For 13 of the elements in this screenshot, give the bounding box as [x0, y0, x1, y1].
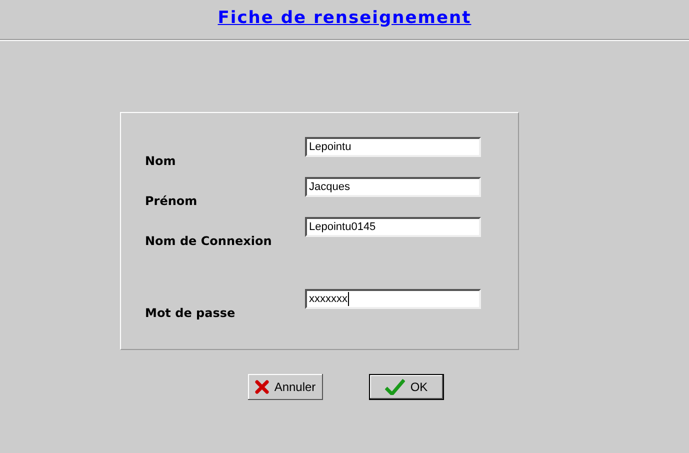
text-field[interactable]: Jacques — [305, 177, 481, 197]
cancel-button[interactable]: Annuler — [248, 374, 323, 400]
field-label: Mot de passe — [145, 306, 236, 320]
cross-icon — [255, 380, 270, 394]
form-title: Fiche de renseignement — [218, 8, 472, 28]
field-label: Prénom — [145, 194, 198, 208]
checkmark-icon — [385, 379, 406, 395]
ok-button[interactable]: OK — [369, 374, 444, 400]
password-field[interactable]: xxxxxxx — [305, 289, 481, 309]
field-label: Nom de Connexion — [145, 234, 273, 248]
text-field[interactable]: Lepointu — [305, 137, 481, 157]
field-label: Nom — [145, 154, 177, 168]
text-field[interactable]: Lepointu0145 — [305, 217, 481, 237]
